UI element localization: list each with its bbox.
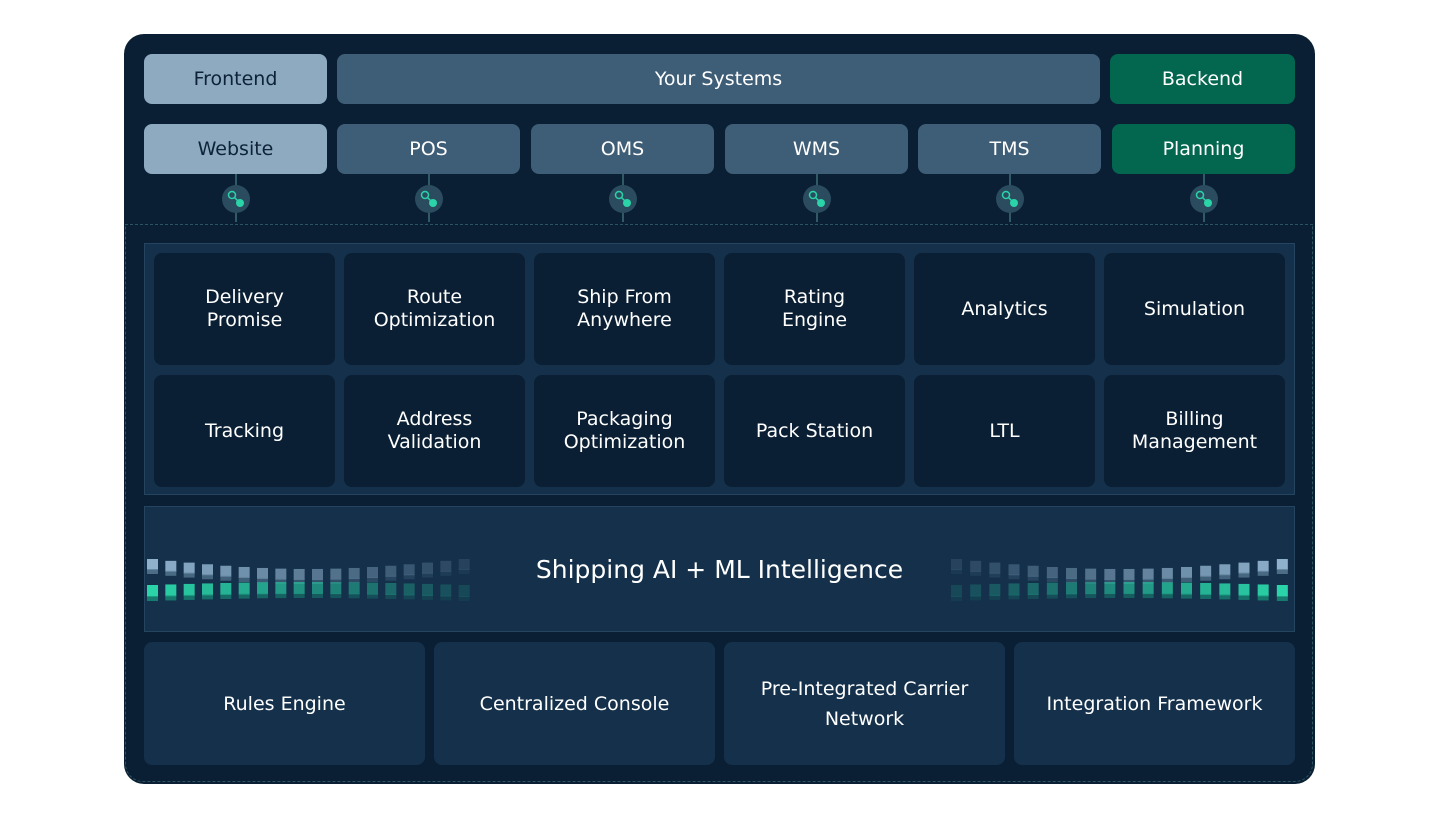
module-billing-management: Billing Management: [1104, 375, 1285, 487]
link-connector-icon: [803, 174, 831, 222]
module-tracking: Tracking: [154, 375, 335, 487]
module-delivery-promise: Delivery Promise: [154, 253, 335, 365]
module-grid: Delivery Promise Route Optimization Ship Fro…: [144, 243, 1295, 495]
pillar-rules-engine: Rules Engine: [144, 642, 425, 765]
link-connector-icon: [222, 174, 250, 222]
link-connector-icon: [1190, 174, 1218, 222]
backend-label: Backend: [1110, 54, 1295, 104]
frontend-label: Frontend: [144, 54, 327, 104]
module-route-optimization: Route Optimization: [344, 253, 525, 365]
pillar-centralized-console: Centralized Console: [434, 642, 715, 765]
system-oms: OMS: [531, 124, 714, 174]
system-pos: POS: [337, 124, 520, 174]
ai-ml-title: Shipping AI + ML Intelligence: [535, 554, 904, 584]
architecture-diagram: Frontend Your Systems Backend Delivery Pr…: [124, 34, 1315, 784]
link-connector-icon: [609, 174, 637, 222]
system-website: Website: [144, 124, 327, 174]
system-planning: Planning: [1112, 124, 1295, 174]
module-packaging-optimization: Packaging Optimization: [534, 375, 715, 487]
module-analytics: Analytics: [914, 253, 1095, 365]
module-ltl: LTL: [914, 375, 1095, 487]
pillar-integration-framework: Integration Framework: [1014, 642, 1295, 765]
system-tms: TMS: [918, 124, 1101, 174]
link-connector-icon: [415, 174, 443, 222]
module-address-validation: Address Validation: [344, 375, 525, 487]
module-simulation: Simulation: [1104, 253, 1285, 365]
ai-ml-band: Shipping AI + ML Intelligence: [144, 506, 1295, 632]
pillar-pre-integrated-carrier-network: Pre-Integrated Carrier Network: [724, 642, 1005, 765]
module-ship-from-anywhere: Ship From Anywhere: [534, 253, 715, 365]
module-pack-station: Pack Station: [724, 375, 905, 487]
system-wms: WMS: [725, 124, 908, 174]
module-rating-engine: Rating Engine: [724, 253, 905, 365]
your-systems-label: Your Systems: [337, 54, 1100, 104]
link-connector-icon: [996, 174, 1024, 222]
